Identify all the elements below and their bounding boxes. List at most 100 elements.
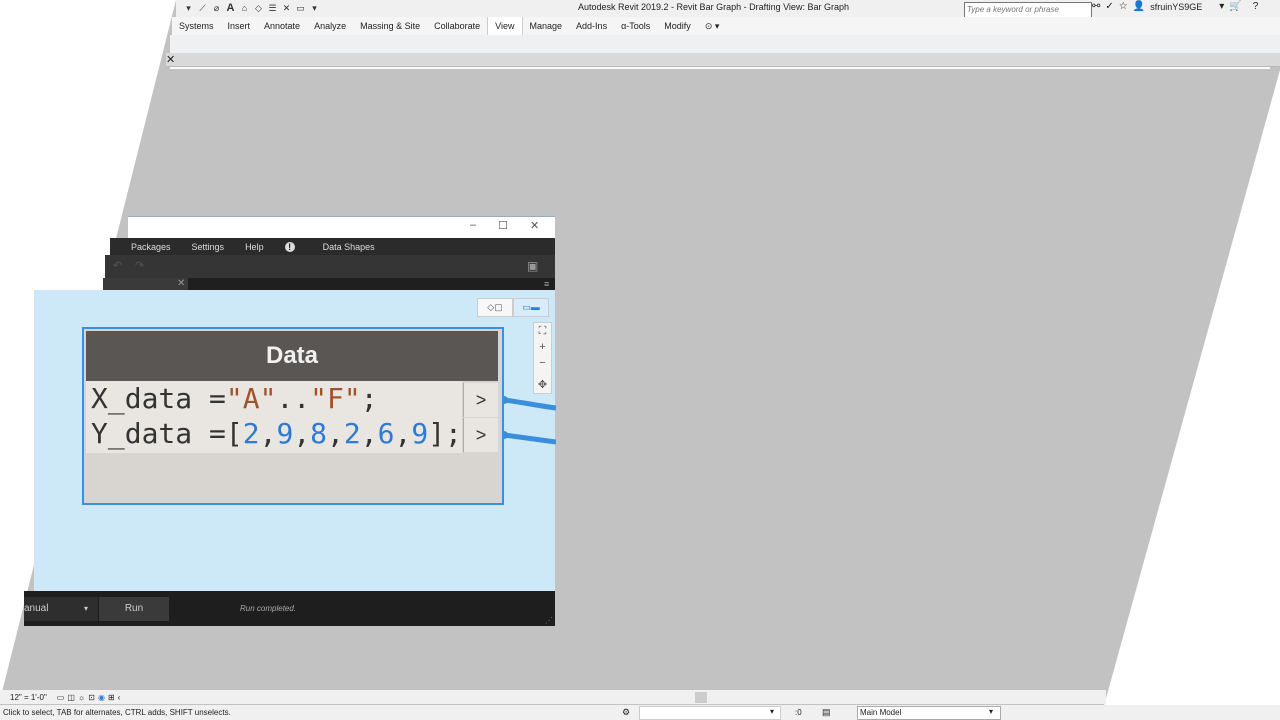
comma: , <box>327 417 344 450</box>
minimize-icon[interactable]: – <box>470 219 476 232</box>
tab-modify[interactable]: Modify <box>657 17 698 35</box>
crop-icon[interactable]: ⊡ <box>88 693 95 702</box>
view-scale[interactable]: 12" = 1'-0" <box>10 693 47 702</box>
user-icon[interactable]: 👤 <box>1133 1 1145 12</box>
3d-view-icon[interactable]: ⌂ <box>239 3 250 14</box>
text-icon[interactable]: A <box>225 3 236 14</box>
wire-x[interactable] <box>503 397 556 411</box>
number-literal: 6 <box>377 417 395 450</box>
tab-insert[interactable]: Insert <box>221 17 258 35</box>
customize-icon[interactable]: ▾ <box>309 3 320 14</box>
number-literal: 8 <box>310 417 328 450</box>
search-input[interactable] <box>964 2 1092 18</box>
menu-data-shapes[interactable]: Data Shapes <box>323 242 375 252</box>
chevron-down-icon[interactable]: ▾ <box>770 707 774 716</box>
design-option-field[interactable] <box>639 706 781 720</box>
number-literal: 9 <box>276 417 294 450</box>
comma: , <box>259 417 277 450</box>
ribbon-panel <box>170 35 1280 53</box>
quick-access-toolbar: ▾ ⟋ ⌀ A ⌂ ◇ ☰ ✕ ▭ ▾ <box>183 2 320 15</box>
view-toggle: ◇▢ ▭▬ <box>477 298 549 317</box>
collapse-icon[interactable]: ‹ <box>118 693 121 702</box>
window-controls: – ☐ ✕ <box>470 219 539 232</box>
dynamo-toolbar: ↶ ↷ ▣ <box>105 255 555 278</box>
run-button[interactable]: Run <box>99 597 169 621</box>
number-literal: 2 <box>343 417 361 450</box>
star-icon[interactable]: ☆ <box>1119 1 1128 12</box>
tab-alpha-tools[interactable]: α-Tools <box>614 17 657 35</box>
fit-view-icon[interactable]: ⛶ <box>534 323 551 339</box>
divider <box>170 67 1270 69</box>
comma: , <box>293 417 311 450</box>
ribbon-options-icon[interactable]: ⊙ ▾ <box>698 17 727 35</box>
workspace-tab[interactable]: ✕ <box>103 278 188 290</box>
chevron-down-icon[interactable]: ▾ <box>989 707 993 716</box>
code-line-1[interactable]: X_data ="A".."F"; <box>91 382 378 415</box>
menu-packages[interactable]: Packages <box>131 242 171 252</box>
output-port-y[interactable]: > <box>463 418 498 452</box>
measure-icon[interactable]: ⟋ <box>197 3 208 14</box>
maximize-icon[interactable]: ☐ <box>498 219 508 232</box>
menu-settings[interactable]: Settings <box>192 242 225 252</box>
number-literal: 9 <box>411 417 429 450</box>
operator: = <box>192 417 226 450</box>
detail-level-icon[interactable]: ▭ <box>57 693 65 702</box>
tab-systems[interactable]: Systems <box>172 17 221 35</box>
visual-style-icon[interactable]: ◫ <box>67 693 75 702</box>
reveal-hidden-icon[interactable]: ⊞ <box>108 693 115 702</box>
run-mode-select[interactable]: anual ▾ <box>24 597 98 621</box>
tab-add-ins[interactable]: Add-Ins <box>569 17 614 35</box>
editable-icon[interactable]: ▤ <box>822 707 831 718</box>
scrollbar-thumb[interactable] <box>695 691 708 703</box>
status-message: Click to select, TAB for alternates, CTR… <box>3 708 231 717</box>
close-hidden-icon[interactable]: ✕ <box>281 3 292 14</box>
close-icon[interactable]: ✕ <box>530 219 539 232</box>
tab-collaborate[interactable]: Collaborate <box>427 17 487 35</box>
close-icon[interactable]: ✕ <box>166 55 175 66</box>
operator: = <box>192 382 226 415</box>
var-name: X_data <box>91 382 193 415</box>
graph-view-icon[interactable]: ▭▬ <box>513 298 549 317</box>
tab-manage[interactable]: Manage <box>523 17 570 35</box>
temp-hide-icon[interactable]: ◉ <box>98 693 105 702</box>
chevron-down-icon[interactable]: ▾ <box>1219 1 1224 12</box>
resize-grip-icon[interactable]: ⋰ <box>545 616 553 625</box>
zoom-in-icon[interactable]: + <box>534 339 551 355</box>
close-icon[interactable]: ✕ <box>177 278 185 290</box>
zoom-out-icon[interactable]: − <box>534 355 551 371</box>
dropdown-icon[interactable]: ▾ <box>183 3 194 14</box>
model-select[interactable]: Main Model <box>857 706 1001 720</box>
menu-help[interactable]: Help <box>245 242 264 252</box>
wire-y[interactable] <box>503 432 556 445</box>
ribbon-tabs: Systems Insert Annotate Analyze Massing … <box>172 17 1280 35</box>
notification-icon[interactable]: ! <box>284 241 295 252</box>
output-port-x[interactable]: > <box>463 383 498 417</box>
tab-annotate[interactable]: Annotate <box>257 17 307 35</box>
redo-icon[interactable]: ↷ <box>135 259 144 272</box>
sun-path-icon[interactable]: ☼ <box>78 693 85 702</box>
switch-windows-icon[interactable]: ▭ <box>295 3 306 14</box>
close-bracket: ]; <box>428 417 462 450</box>
tab-massing-site[interactable]: Massing & Site <box>353 17 427 35</box>
username[interactable]: sfruinYS9GE <box>1150 2 1202 12</box>
workset-icon[interactable]: ⚙ <box>622 707 630 718</box>
run-mode-value: anual <box>24 603 49 614</box>
thin-lines-icon[interactable]: ☰ <box>267 3 278 14</box>
chevron-down-icon[interactable]: ▾ <box>84 597 88 621</box>
subscription-icon[interactable]: ✓ <box>1105 1 1113 12</box>
dimension-icon[interactable]: ⌀ <box>211 3 222 14</box>
camera-icon[interactable]: ▣ <box>527 259 538 273</box>
binoculars-icon[interactable]: ⚯ <box>1092 1 1100 12</box>
tab-analyze[interactable]: Analyze <box>307 17 353 35</box>
section-icon[interactable]: ◇ <box>253 3 264 14</box>
tab-view[interactable]: View <box>487 17 523 35</box>
view-control-bar: 12" = 1'-0" ▭ ◫ ☼ ⊡ ◉ ⊞ ‹ <box>0 690 1106 704</box>
menu-icon[interactable]: ≡ <box>544 279 549 289</box>
cart-icon[interactable]: 🛒 <box>1229 1 1241 12</box>
code-line-2[interactable]: Y_data =[2,9,8,2,6,9]; <box>91 417 462 450</box>
background-preview-icon[interactable]: ◇▢ <box>477 298 513 317</box>
semicolon: ; <box>360 382 378 415</box>
dynamo-menu-bar: Packages Settings Help ! Data Shapes <box>110 238 555 255</box>
undo-icon[interactable]: ↶ <box>113 259 122 272</box>
help-icon[interactable]: ? <box>1253 1 1259 12</box>
